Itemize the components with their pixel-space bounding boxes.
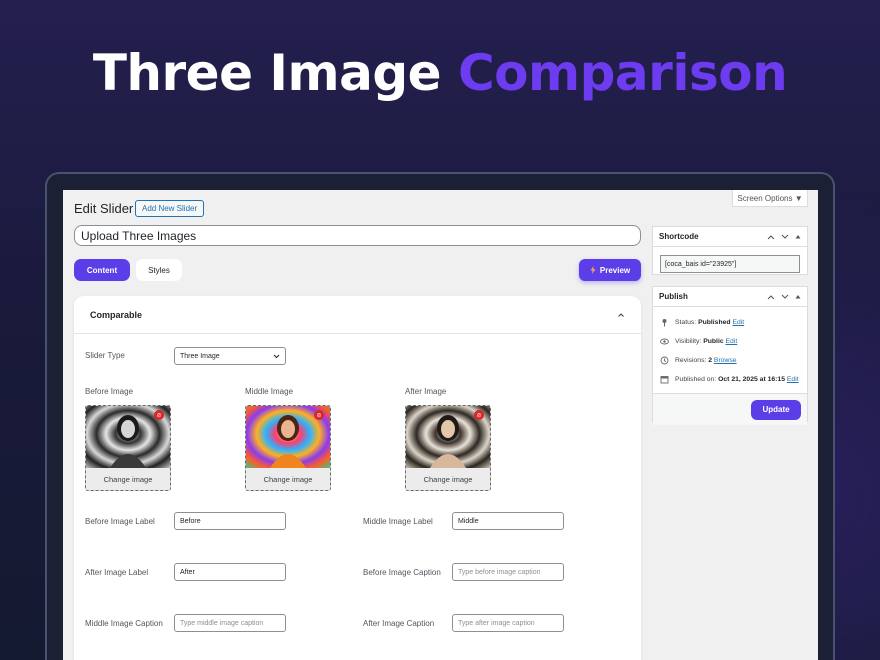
move-down-icon[interactable] — [781, 294, 789, 300]
lightning-icon — [590, 266, 596, 274]
before-image-label: Before Image — [85, 387, 134, 396]
status-value: Published — [698, 319, 731, 326]
before-label-input[interactable]: Before — [174, 512, 286, 530]
publish-box-header: Publish — [653, 287, 807, 307]
chevron-up-icon[interactable] — [617, 311, 625, 319]
publish-revisions-row: Revisions: 2 Browse — [653, 351, 807, 370]
shortcode-field[interactable]: [coca_bais id="23925"] — [660, 255, 800, 273]
screen-options-label: Screen Options ▼ — [737, 193, 803, 203]
slider-type-select[interactable]: Three Image — [174, 347, 286, 365]
after-label-input[interactable]: After — [174, 563, 286, 581]
add-new-slider-button[interactable]: Add New Slider — [135, 200, 205, 217]
middle-caption-field-label: Middle Image Caption — [85, 619, 163, 628]
shortcode-box-title: Shortcode — [659, 232, 699, 241]
slider-title-input[interactable]: Upload Three Images — [74, 225, 641, 246]
eye-icon — [660, 338, 669, 345]
move-down-icon[interactable] — [781, 234, 789, 240]
toggle-panel-icon[interactable] — [795, 294, 801, 299]
panel-title: Comparable — [90, 309, 143, 320]
publish-date-row: Published on: Oct 21, 2025 at 16:15 Edit — [653, 370, 807, 389]
before-label-field-label: Before Image Label — [85, 517, 155, 526]
revisions-value: 2 — [708, 357, 713, 364]
before-image-card[interactable]: ⊘ Change image — [85, 405, 171, 491]
after-label-field-label: After Image Label — [85, 568, 149, 577]
screen-options-button[interactable]: Screen Options ▼ — [732, 190, 808, 207]
remove-before-image-icon[interactable]: ⊘ — [154, 410, 164, 420]
after-image-card[interactable]: ⊘ Change image — [405, 405, 491, 491]
pin-icon — [662, 319, 667, 327]
after-image-label: After Image — [405, 387, 447, 396]
middle-image-label: Middle Image — [245, 387, 294, 396]
visibility-value: Public — [703, 338, 724, 345]
revisions-prefix: Revisions: — [675, 357, 707, 364]
preview-button[interactable]: Preview — [579, 259, 641, 281]
after-caption-input[interactable]: Type after image caption — [452, 614, 564, 632]
middle-label-input[interactable]: Middle — [452, 512, 564, 530]
shortcode-box: Shortcode [coca_bais id="23925"] — [652, 226, 808, 275]
change-after-image-button[interactable]: Change image — [406, 468, 490, 490]
tab-content[interactable]: Content — [74, 259, 130, 281]
change-middle-image-button[interactable]: Change image — [246, 468, 330, 490]
edit-status-link[interactable]: Edit — [732, 319, 744, 326]
shortcode-box-header: Shortcode — [653, 227, 807, 247]
move-up-icon[interactable] — [767, 294, 775, 300]
preview-label: Preview — [599, 265, 631, 275]
hero-title-accent: Comparison — [457, 44, 788, 102]
publish-status-row: Status: Published Edit — [653, 313, 807, 332]
before-caption-input[interactable]: Type before image caption — [452, 563, 564, 581]
published-value: Oct 21, 2025 at 16:15 — [718, 376, 785, 383]
editor-screen: Screen Options ▼ Edit Slider Add New Sli… — [63, 190, 818, 660]
chevron-down-icon — [273, 354, 280, 358]
remove-after-image-icon[interactable]: ⊘ — [474, 410, 484, 420]
hero-title-white: Three Image — [92, 44, 442, 102]
panel-header[interactable]: Comparable — [74, 296, 641, 334]
middle-label-field-label: Middle Image Label — [363, 517, 433, 526]
remove-middle-image-icon[interactable]: ⊘ — [314, 410, 324, 420]
status-prefix: Status: — [675, 319, 697, 326]
hero-title: Three Image Comparison — [0, 44, 880, 102]
calendar-icon — [660, 376, 669, 384]
published-prefix: Published on: — [675, 376, 717, 383]
toggle-panel-icon[interactable] — [795, 234, 801, 239]
publish-visibility-row: Visibility: Public Edit — [653, 332, 807, 351]
slider-type-label: Slider Type — [85, 351, 125, 360]
visibility-prefix: Visibility: — [675, 338, 702, 345]
move-up-icon[interactable] — [767, 234, 775, 240]
middle-image-card[interactable]: ⊘ Change image — [245, 405, 331, 491]
change-before-image-button[interactable]: Change image — [86, 468, 170, 490]
page-title: Edit Slider — [74, 201, 134, 216]
middle-caption-input[interactable]: Type middle image caption — [174, 614, 286, 632]
publish-footer: Update — [653, 393, 807, 425]
publish-box-title: Publish — [659, 292, 688, 301]
slider-type-value: Three Image — [180, 352, 220, 360]
tab-styles[interactable]: Styles — [136, 259, 182, 281]
publish-box: Publish Status: Published Edit Visibilit… — [652, 286, 808, 425]
history-icon — [660, 356, 669, 365]
browse-revisions-link[interactable]: Browse — [714, 357, 737, 364]
edit-date-link[interactable]: Edit — [787, 376, 799, 383]
before-caption-field-label: Before Image Caption — [363, 568, 441, 577]
edit-visibility-link[interactable]: Edit — [726, 338, 738, 345]
comparable-panel: Comparable Slider Type Three Image Befor… — [74, 296, 641, 660]
after-caption-field-label: After Image Caption — [363, 619, 435, 628]
update-button[interactable]: Update — [751, 399, 801, 420]
